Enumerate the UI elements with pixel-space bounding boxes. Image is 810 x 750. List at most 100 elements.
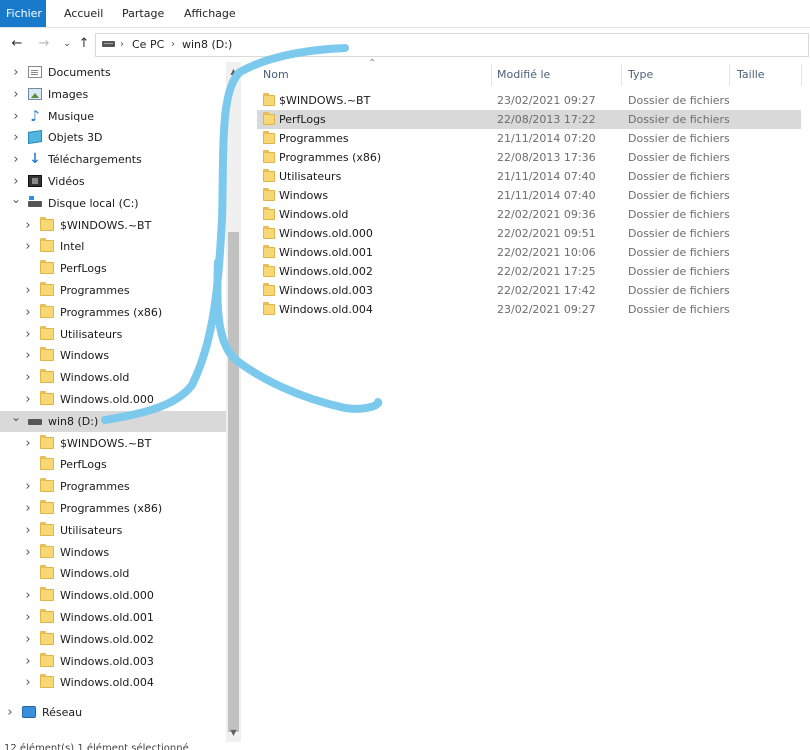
nav-item[interactable]: › Vidéos <box>0 171 226 192</box>
chevron-right-icon[interactable]: › <box>23 520 33 541</box>
chevron-right-icon[interactable]: › <box>23 672 33 693</box>
nav-item-label: Windows.old.002 <box>60 633 154 646</box>
scroll-up-icon[interactable]: ▲ <box>226 64 241 79</box>
file-row[interactable]: Windows.old.004 23/02/2021 09:27 Dossier d… <box>257 300 801 319</box>
file-row[interactable]: Windows.old.003 22/02/2021 17:42 Dossier d… <box>257 281 801 300</box>
column-divider[interactable] <box>729 64 730 86</box>
nav-item-label: Programmes <box>60 480 130 493</box>
file-row[interactable]: Windows.old.001 22/02/2021 10:06 Dossier d… <box>257 243 801 262</box>
chevron-right-icon[interactable]: › <box>23 476 33 497</box>
nav-item-label: Réseau <box>42 706 83 719</box>
nav-item[interactable]: › Programmes <box>0 476 226 497</box>
tab-fichier[interactable]: Fichier <box>0 0 46 27</box>
chevron-right-icon[interactable]: › <box>23 629 33 650</box>
chevron-down-icon[interactable]: ⌄ <box>11 407 21 428</box>
navigation-scrollbar[interactable]: ▲ ▼ <box>226 62 241 742</box>
chevron-right-icon[interactable]: › <box>11 84 21 105</box>
nav-item[interactable]: › Windows.old.000 <box>0 389 226 410</box>
nav-item[interactable]: ⌄ win8 (D:) <box>0 410 226 432</box>
file-row[interactable]: Windows.old 22/02/2021 09:36 Dossier de fi… <box>257 205 801 224</box>
chevron-right-icon[interactable]: › <box>11 106 21 127</box>
chevron-right-icon[interactable]: › <box>23 324 33 345</box>
nav-item[interactable]: › Réseau <box>0 702 226 723</box>
back-arrow-icon[interactable]: ← <box>8 34 26 54</box>
nav-item[interactable]: › Images <box>0 84 226 105</box>
chevron-right-icon[interactable]: › <box>23 433 33 454</box>
nav-item[interactable]: › Intel <box>0 236 226 257</box>
chevron-right-icon[interactable]: › <box>23 302 33 323</box>
chevron-right-icon[interactable]: › <box>23 236 33 257</box>
file-type: Dossier de fichiers <box>628 208 730 221</box>
breadcrumb-win8[interactable]: win8 (D:) <box>182 34 232 56</box>
chevron-right-icon[interactable]: › <box>23 651 33 672</box>
nav-item[interactable]: › $WINDOWS.~BT <box>0 215 226 236</box>
column-header-size[interactable]: Taille <box>737 62 765 88</box>
column-header-name[interactable]: Nom <box>263 62 289 88</box>
nav-item-label: Programmes <box>60 284 130 297</box>
chevron-right-icon[interactable]: › <box>11 127 21 148</box>
folder-icon <box>263 283 275 296</box>
chevron-right-icon[interactable]: › <box>23 498 33 519</box>
file-row[interactable]: Programmes 21/11/2014 07:20 Dossier de fic… <box>257 129 801 148</box>
file-row[interactable]: PerfLogs 22/08/2013 17:22 Dossier de fichi… <box>257 110 801 129</box>
nav-item[interactable]: › Windows.old.002 <box>0 629 226 650</box>
up-arrow-icon[interactable]: ↑ <box>75 34 93 54</box>
folder-icon <box>40 478 54 492</box>
file-row[interactable]: Utilisateurs 21/11/2014 07:40 Dossier de f… <box>257 167 801 186</box>
nav-item[interactable]: › Programmes <box>0 280 226 301</box>
chevron-right-icon[interactable]: › <box>23 345 33 366</box>
nav-item[interactable]: › Utilisateurs <box>0 520 226 541</box>
tab-affichage[interactable]: Affichage <box>174 0 246 27</box>
column-header-type[interactable]: Type <box>628 62 653 88</box>
column-header-modified[interactable]: Modifié le <box>497 62 550 88</box>
nav-item[interactable]: › Windows.old.003 <box>0 651 226 672</box>
chevron-right-icon[interactable]: › <box>5 702 15 723</box>
tab-accueil[interactable]: Accueil <box>54 0 113 27</box>
recent-locations-chevron-icon[interactable]: ⌄ <box>58 34 76 54</box>
nav-item[interactable]: PerfLogs <box>0 454 226 475</box>
scroll-down-icon[interactable]: ▼ <box>226 725 241 740</box>
nav-item[interactable]: › Utilisateurs <box>0 324 226 345</box>
nav-item[interactable]: › ♪ Musique <box>0 106 226 127</box>
nav-item[interactable]: Windows.old <box>0 563 226 584</box>
column-divider[interactable] <box>621 64 622 86</box>
chevron-right-icon[interactable]: › <box>23 542 33 563</box>
nav-item[interactable]: › Windows.old <box>0 367 226 388</box>
nav-item[interactable]: › Windows.old.001 <box>0 607 226 628</box>
chevron-right-icon[interactable]: › <box>11 149 21 170</box>
column-divider[interactable] <box>491 64 492 86</box>
nav-item[interactable]: › Programmes (x86) <box>0 302 226 323</box>
nav-item[interactable]: › Documents <box>0 62 226 83</box>
file-name: Windows.old.004 <box>279 303 373 316</box>
file-row[interactable]: Programmes (x86) 22/08/2013 17:36 Dossier … <box>257 148 801 167</box>
nav-item[interactable]: › ↓ Téléchargements <box>0 149 226 170</box>
file-row[interactable]: Windows.old.002 22/02/2021 17:25 Dossier d… <box>257 262 801 281</box>
chevron-right-icon[interactable]: › <box>23 215 33 236</box>
nav-item-label: Vidéos <box>48 175 85 188</box>
forward-arrow-icon[interactable]: → <box>35 34 53 54</box>
chevron-down-icon[interactable]: ⌄ <box>11 189 21 210</box>
nav-item[interactable]: ⌄ Disque local (C:) <box>0 192 226 214</box>
chevron-right-icon[interactable]: › <box>11 62 21 83</box>
nav-item[interactable]: › Objets 3D <box>0 127 226 148</box>
nav-item[interactable]: › Windows.old.004 <box>0 672 226 693</box>
breadcrumb-ce-pc[interactable]: Ce PC <box>132 34 164 56</box>
chevron-right-icon[interactable]: › <box>23 280 33 301</box>
file-row[interactable]: Windows.old.000 22/02/2021 09:51 Dossier d… <box>257 224 801 243</box>
chevron-right-icon[interactable]: › <box>23 607 33 628</box>
column-divider[interactable] <box>801 64 802 86</box>
nav-item[interactable]: › $WINDOWS.~BT <box>0 433 226 454</box>
nav-item[interactable]: PerfLogs <box>0 258 226 279</box>
file-row[interactable]: $WINDOWS.~BT 23/02/2021 09:27 Dossier de f… <box>257 91 801 110</box>
chevron-right-icon[interactable]: › <box>23 585 33 606</box>
scrollbar-thumb[interactable] <box>228 232 239 732</box>
nav-item[interactable]: › Programmes (x86) <box>0 498 226 519</box>
tab-partage[interactable]: Partage <box>112 0 174 27</box>
address-bar[interactable]: › Ce PC › win8 (D:) <box>95 33 809 57</box>
file-row[interactable]: Windows 21/11/2014 07:40 Dossier de fichie… <box>257 186 801 205</box>
nav-item[interactable]: › Windows <box>0 542 226 563</box>
nav-item[interactable]: › Windows <box>0 345 226 366</box>
chevron-right-icon[interactable]: › <box>23 367 33 388</box>
chevron-right-icon[interactable]: › <box>23 389 33 410</box>
nav-item[interactable]: › Windows.old.000 <box>0 585 226 606</box>
